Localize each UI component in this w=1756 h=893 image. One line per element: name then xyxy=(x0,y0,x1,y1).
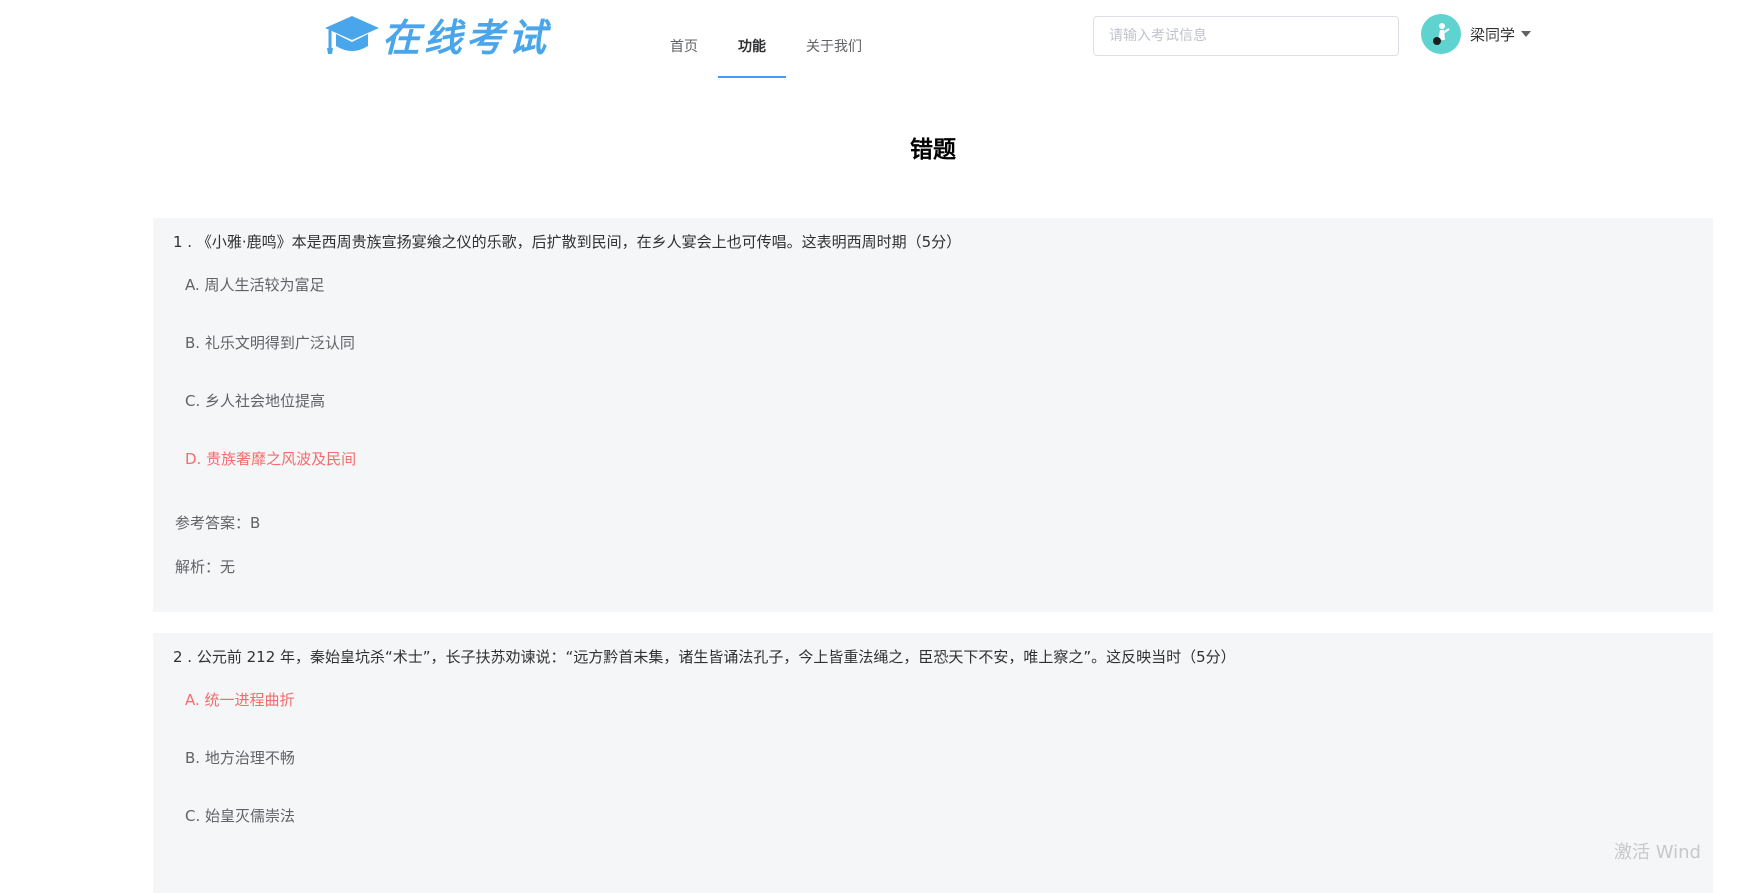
option-b[interactable]: B. 礼乐文明得到广泛认同 xyxy=(185,332,355,353)
page-title: 错题 xyxy=(910,137,956,163)
search-input[interactable] xyxy=(1093,16,1399,56)
question-stem: 1 . 《小雅·鹿鸣》本是西周贵族宣扬宴飨之仪的乐歌，后扩散到民间，在乡人宴会上… xyxy=(173,233,962,251)
option-c[interactable]: C. 乡人社会地位提高 xyxy=(185,390,325,411)
nav-about-us[interactable]: 关于我们 xyxy=(786,0,882,78)
option-b[interactable]: B. 地方治理不畅 xyxy=(185,747,295,768)
os-activation-watermark: 激活 Wind xyxy=(1614,842,1701,863)
site-logo[interactable]: 在线考试 xyxy=(324,12,550,60)
analysis: 解析：无 xyxy=(175,558,236,576)
option-d-wrong[interactable]: D. 贵族奢靡之风波及民间 xyxy=(185,448,356,469)
option-a-wrong[interactable]: A. 统一进程曲折 xyxy=(185,689,295,710)
user-avatar-icon[interactable] xyxy=(1421,14,1461,54)
option-c[interactable]: C. 始皇灭儒崇法 xyxy=(185,805,295,826)
logo-text: 在线考试 xyxy=(382,14,551,60)
nav-home[interactable]: 首页 xyxy=(650,0,718,78)
reference-answer: 参考答案：B xyxy=(175,514,261,532)
graduation-cap-icon xyxy=(325,16,379,54)
option-a[interactable]: A. 周人生活较为富足 xyxy=(185,274,325,295)
user-name[interactable]: 梁同学 xyxy=(1470,24,1515,45)
question-card: 2 . 公元前 212 年，秦始皇坑杀“术士”，长子扶苏劝谏说：“远方黔首未集，… xyxy=(153,633,1713,893)
question-card: 1 . 《小雅·鹿鸣》本是西周贵族宣扬宴飨之仪的乐歌，后扩散到民间，在乡人宴会上… xyxy=(153,218,1713,612)
main-nav: 首页 功能 关于我们 xyxy=(650,0,882,78)
question-stem: 2 . 公元前 212 年，秦始皇坑杀“术士”，长子扶苏劝谏说：“远方黔首未集，… xyxy=(173,648,1236,666)
header: 在线考试 首页 功能 关于我们 梁同学 xyxy=(0,0,1756,78)
nav-features[interactable]: 功能 xyxy=(718,0,786,78)
user-menu[interactable]: 梁同学 xyxy=(1421,14,1532,54)
caret-down-icon[interactable] xyxy=(1521,31,1532,37)
